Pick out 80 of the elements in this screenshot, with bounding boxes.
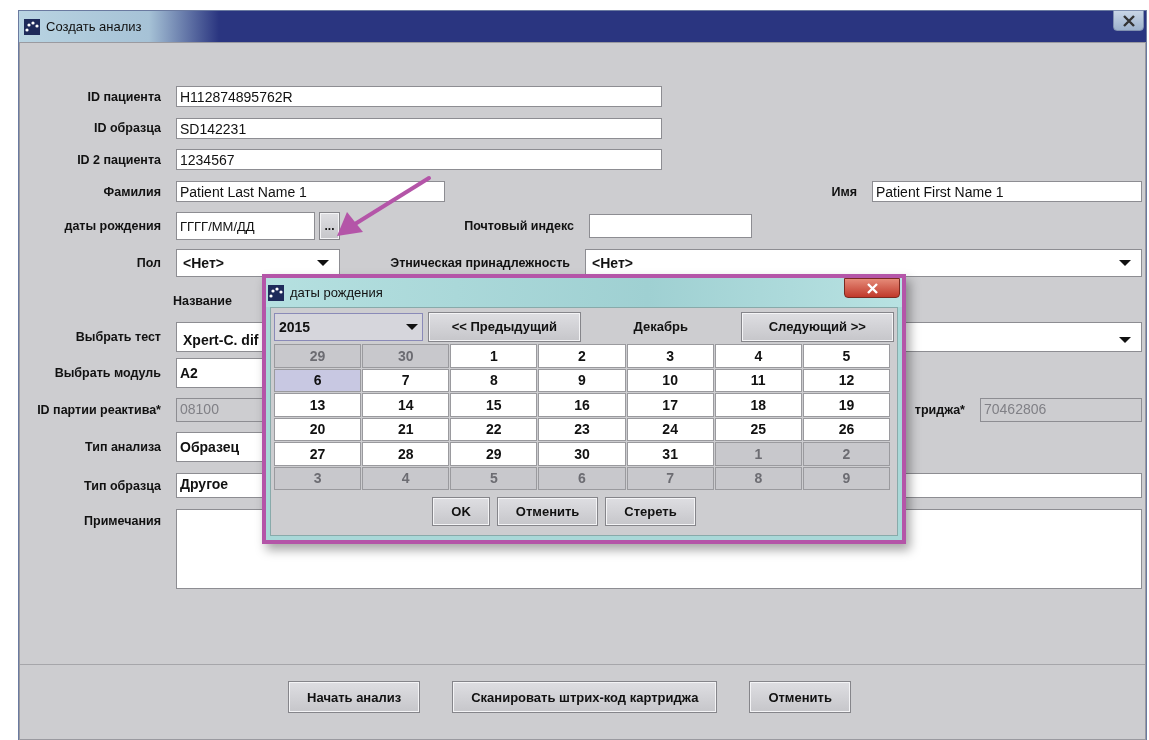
- input-field[interactable]: Patient Last Name 1: [176, 181, 445, 203]
- day-cell[interactable]: 25: [714, 417, 802, 441]
- field-label: ID 2 пациента: [76, 152, 161, 167]
- year-dropdown[interactable]: 2015: [274, 312, 423, 341]
- field-label: Примечания: [83, 512, 161, 528]
- dialog-button[interactable]: Отменить: [496, 497, 599, 526]
- day-cell[interactable]: 15: [450, 393, 538, 417]
- dialog-title: даты рождения: [290, 285, 383, 300]
- caret-icon: [405, 323, 418, 330]
- caret-icon: [317, 260, 329, 267]
- field-label: ID пациента: [86, 89, 161, 104]
- dropdown[interactable]: <Нет>: [585, 249, 1142, 278]
- day-cell[interactable]: 28: [362, 442, 450, 466]
- field-label: Тип анализа: [84, 440, 161, 455]
- dialog-button[interactable]: Стереть: [605, 497, 696, 526]
- field-label: триджа*: [914, 402, 965, 417]
- field-label: Выбрать модуль: [53, 366, 161, 381]
- window-title: Создать анализ: [46, 19, 142, 34]
- day-cell[interactable]: 8: [450, 368, 538, 392]
- next-button[interactable]: Следующий >>: [740, 311, 894, 342]
- day-cell[interactable]: 12: [802, 368, 890, 392]
- day-cell[interactable]: 13: [274, 393, 362, 417]
- day-cell[interactable]: 3: [626, 344, 714, 368]
- input-field[interactable]: [589, 214, 752, 238]
- day-cell[interactable]: 21: [362, 417, 450, 441]
- close-button[interactable]: [1113, 10, 1144, 31]
- day-cell[interactable]: 31: [626, 442, 714, 466]
- day-cell[interactable]: 29: [450, 442, 538, 466]
- field-label: ID партии реактива*: [36, 402, 161, 417]
- browse-button[interactable]: ...: [319, 212, 340, 240]
- day-cell[interactable]: 30: [538, 442, 626, 466]
- day-cell[interactable]: 11: [714, 368, 802, 392]
- day-cell[interactable]: 26: [802, 417, 890, 441]
- field-label: Выбрать тест: [74, 329, 161, 344]
- action-button[interactable]: Сканировать штрих-код картриджа: [452, 681, 718, 713]
- day-cell[interactable]: 1: [450, 344, 538, 368]
- day-cell[interactable]: 6: [274, 368, 362, 392]
- day-cell[interactable]: 19: [802, 393, 890, 417]
- day-cell[interactable]: 18: [714, 393, 802, 417]
- app-icon: [268, 284, 284, 301]
- input-field[interactable]: SD142231: [176, 117, 662, 139]
- column-caption: Название: [173, 293, 232, 308]
- field-label: Этническая принадлежность: [389, 256, 570, 271]
- day-cell[interactable]: 5: [802, 344, 890, 368]
- field-label: Почтовый индекс: [463, 219, 574, 233]
- action-button[interactable]: Отменить: [749, 681, 851, 713]
- day-cell[interactable]: 10: [626, 368, 714, 392]
- day-cell[interactable]: 23: [538, 417, 626, 441]
- close-icon: [865, 281, 879, 295]
- caret-icon: [1119, 260, 1131, 267]
- day-cell[interactable]: 17: [626, 393, 714, 417]
- day-cell[interactable]: 27: [274, 442, 362, 466]
- dropdown[interactable]: <Нет>: [176, 249, 340, 278]
- input-field[interactable]: Patient First Name 1: [872, 181, 1142, 203]
- day-cell[interactable]: 22: [450, 417, 538, 441]
- field-label: Фамилия: [102, 184, 161, 199]
- dialog-button[interactable]: OK: [432, 497, 490, 526]
- day-cell[interactable]: 16: [538, 393, 626, 417]
- input-field[interactable]: ГГГГ/ММ/ДД: [176, 212, 315, 240]
- field-label: даты рождения: [63, 219, 161, 233]
- field-label: ID образца: [92, 121, 161, 136]
- close-icon: [1121, 13, 1136, 28]
- previous-button[interactable]: << Предыдущий: [427, 311, 581, 342]
- app-icon: [24, 18, 40, 35]
- field-label: Имя: [830, 184, 857, 199]
- close-button[interactable]: [844, 278, 900, 298]
- action-button[interactable]: Начать анализ: [288, 681, 421, 713]
- day-cell[interactable]: 4: [714, 344, 802, 368]
- input-field[interactable]: 1234567: [176, 149, 662, 171]
- day-cell[interactable]: 9: [538, 368, 626, 392]
- day-cell[interactable]: 20: [274, 417, 362, 441]
- caret-icon: [1119, 336, 1131, 343]
- input-field[interactable]: H112874895762R: [176, 86, 662, 108]
- month-label: Декабрь: [632, 319, 689, 334]
- field-label: Пол: [135, 256, 161, 271]
- day-cell[interactable]: 14: [362, 393, 450, 417]
- day-cell[interactable]: 24: [626, 417, 714, 441]
- field-label: Тип образца: [83, 478, 161, 493]
- day-cell[interactable]: 7: [362, 368, 450, 392]
- day-cell[interactable]: 2: [538, 344, 626, 368]
